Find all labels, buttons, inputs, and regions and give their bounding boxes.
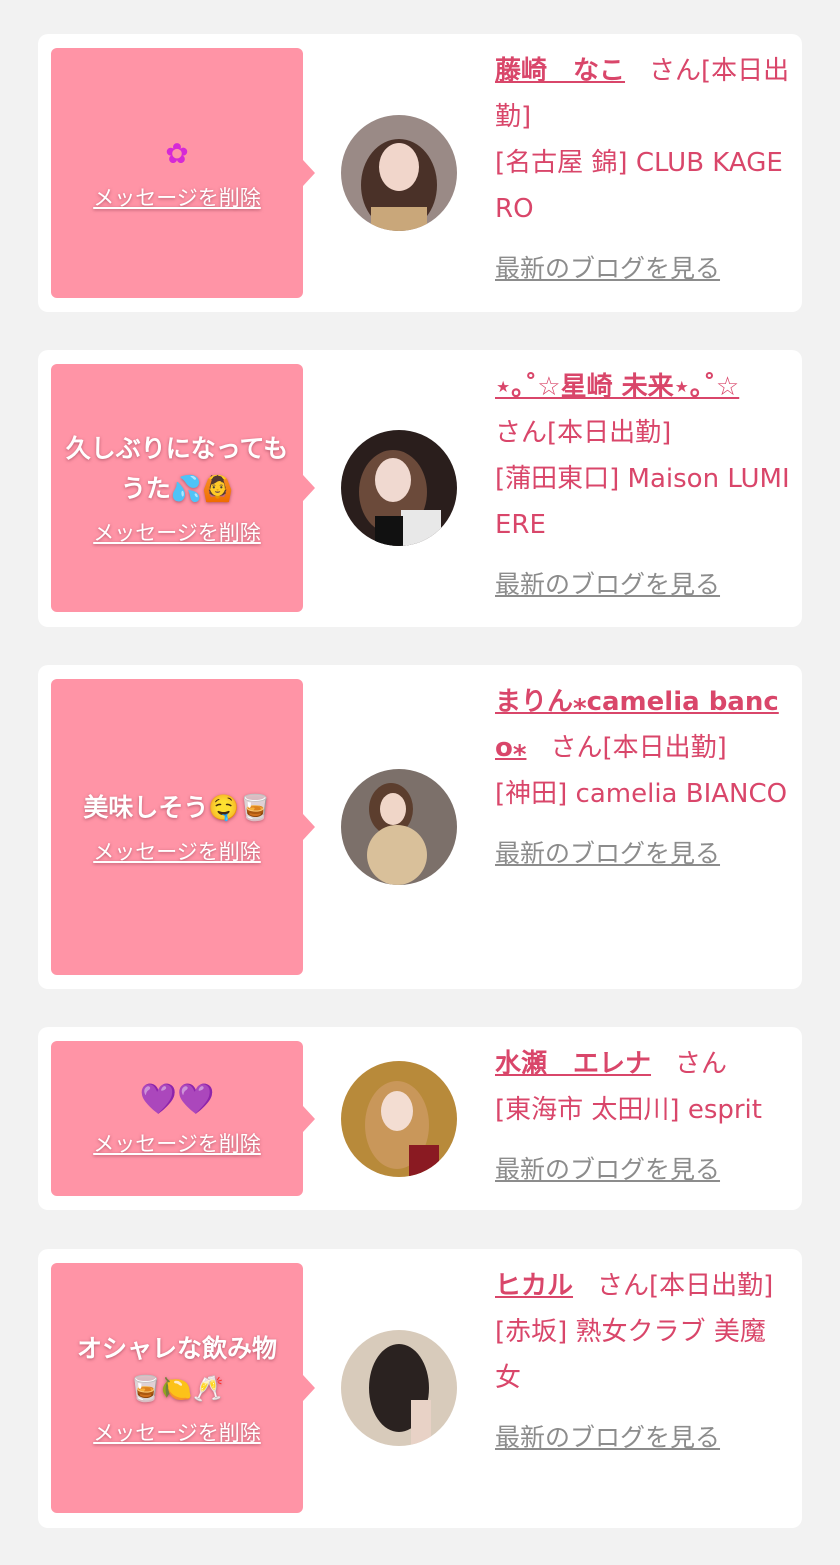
cast-info: ⋆｡˚☆星崎 未来⋆｡˚☆ さん[本日出勤] [蒲田東口] Maison LUMI… bbox=[495, 364, 791, 608]
message-text: 💜💜 bbox=[139, 1081, 215, 1117]
message-text: オシャレな飲み物🥃🍋🥂 bbox=[76, 1334, 277, 1403]
message-card: オシャレな飲み物🥃🍋🥂 メッセージを削除 ヒカル さん[本日出勤] [赤坂] 熟女… bbox=[38, 1249, 802, 1528]
delete-message-link[interactable]: メッセージを削除 bbox=[93, 836, 261, 866]
message-bubble: 久しぶりになってもうた💦🙆 メッセージを削除 bbox=[51, 364, 315, 612]
cast-avatar[interactable] bbox=[341, 1330, 457, 1446]
cast-info: まりん⁎camelia banco⁎ さん[本日出勤] [神田] camelia … bbox=[495, 679, 791, 877]
cast-name-link[interactable]: 藤崎 なこ bbox=[495, 56, 625, 86]
message-bubble: 美味しそう🤤🥃 メッセージを削除 bbox=[51, 679, 315, 975]
message-card: 💜💜 メッセージを削除 水瀬 エレナ さん [東海市 太田川] esprit 最新… bbox=[38, 1027, 802, 1210]
cast-avatar[interactable] bbox=[341, 769, 457, 885]
cast-avatar[interactable] bbox=[341, 1061, 457, 1177]
cast-name-link[interactable]: ⋆｡˚☆星崎 未来⋆｡˚☆ bbox=[495, 372, 739, 402]
delete-message-link[interactable]: メッセージを削除 bbox=[93, 1417, 261, 1447]
message-text: ✿ bbox=[165, 137, 189, 170]
shop-name: [東海市 太田川] esprit bbox=[495, 1095, 762, 1125]
latest-blog-link[interactable]: 最新のブログを見る bbox=[495, 831, 791, 877]
message-card: 美味しそう🤤🥃 メッセージを削除 まりん⁎camelia banco⁎ さん[本日… bbox=[38, 665, 802, 989]
shop-name: [名古屋 錦] CLUB KAGERO bbox=[495, 148, 783, 224]
cast-suffix: さん[本日出勤] bbox=[550, 733, 727, 763]
cast-avatar[interactable] bbox=[341, 115, 457, 231]
cast-suffix: さん[本日出勤] bbox=[495, 418, 672, 448]
delete-message-link[interactable]: メッセージを削除 bbox=[93, 517, 261, 547]
message-card: ✿ メッセージを削除 藤崎 なこ さん[本日出勤] [名古屋 錦] CLUB KA… bbox=[38, 34, 802, 312]
cast-info: 水瀬 エレナ さん [東海市 太田川] esprit 最新のブログを見る bbox=[495, 1041, 791, 1193]
delete-message-link[interactable]: メッセージを削除 bbox=[93, 182, 261, 212]
cast-suffix: さん bbox=[675, 1049, 728, 1079]
shop-name: [蒲田東口] Maison LUMIERE bbox=[495, 464, 790, 540]
latest-blog-link[interactable]: 最新のブログを見る bbox=[495, 1415, 791, 1461]
latest-blog-link[interactable]: 最新のブログを見る bbox=[495, 1147, 791, 1193]
message-text: 久しぶりになってもうた💦🙆 bbox=[65, 434, 289, 503]
cast-info: 藤崎 なこ さん[本日出勤] [名古屋 錦] CLUB KAGERO 最新のブログ… bbox=[495, 48, 791, 292]
delete-message-link[interactable]: メッセージを削除 bbox=[93, 1128, 261, 1158]
cast-name-link[interactable]: 水瀬 エレナ bbox=[495, 1049, 651, 1079]
cast-suffix: さん[本日出勤] bbox=[597, 1271, 774, 1301]
message-bubble: オシャレな飲み物🥃🍋🥂 メッセージを削除 bbox=[51, 1263, 315, 1513]
message-text: 美味しそう🤤🥃 bbox=[83, 793, 271, 822]
shop-name: [神田] camelia BIANCO bbox=[495, 779, 788, 809]
latest-blog-link[interactable]: 最新のブログを見る bbox=[495, 562, 791, 608]
latest-blog-link[interactable]: 最新のブログを見る bbox=[495, 246, 791, 292]
message-bubble: ✿ メッセージを削除 bbox=[51, 48, 315, 298]
cast-avatar[interactable] bbox=[341, 430, 457, 546]
message-bubble: 💜💜 メッセージを削除 bbox=[51, 1041, 315, 1196]
cast-info: ヒカル さん[本日出勤] [赤坂] 熟女クラブ 美魔女 最新のブログを見る bbox=[495, 1263, 791, 1461]
cast-name-link[interactable]: ヒカル bbox=[495, 1271, 573, 1301]
shop-name: [赤坂] 熟女クラブ 美魔女 bbox=[495, 1317, 766, 1393]
message-card: 久しぶりになってもうた💦🙆 メッセージを削除 ⋆｡˚☆星崎 未来⋆｡˚☆ さん[本… bbox=[38, 350, 802, 627]
